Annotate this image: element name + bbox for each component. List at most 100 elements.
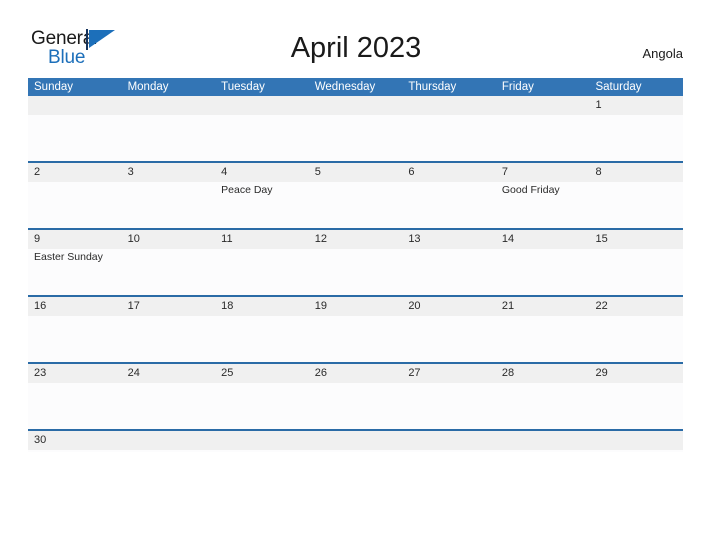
calendar-week-row: 30 <box>28 431 683 452</box>
day-cell[interactable] <box>309 96 403 161</box>
day-cell[interactable]: 27 <box>402 364 496 429</box>
day-event <box>502 450 590 451</box>
day-number: 23 <box>34 367 47 379</box>
day-number <box>221 96 309 115</box>
day-event <box>128 383 216 384</box>
day-number <box>408 431 496 450</box>
day-event <box>128 249 216 250</box>
day-cell[interactable]: 14 <box>496 230 590 295</box>
weekday-header-friday: Friday <box>501 81 534 93</box>
day-event <box>502 249 590 250</box>
day-cell[interactable]: 3 <box>122 163 216 228</box>
day-number: 30 <box>34 434 47 446</box>
day-cell[interactable]: 28 <box>496 364 590 429</box>
day-event <box>34 383 122 384</box>
day-event: Easter Sunday <box>34 251 103 263</box>
day-event <box>408 249 496 250</box>
day-event <box>408 316 496 317</box>
day-number <box>315 96 403 115</box>
day-cell[interactable]: 26 <box>309 364 403 429</box>
day-cell[interactable] <box>496 96 590 161</box>
day-cell[interactable]: 8 <box>589 163 683 228</box>
day-number: 4 <box>221 166 228 178</box>
day-cell[interactable]: 17 <box>122 297 216 362</box>
day-event <box>34 316 122 317</box>
day-cell[interactable] <box>28 96 122 161</box>
day-cell[interactable]: 20 <box>402 297 496 362</box>
day-cell[interactable]: 1 <box>589 96 683 161</box>
day-number: 7 <box>501 166 509 178</box>
day-number: 11 <box>221 233 233 245</box>
day-cell[interactable] <box>215 96 309 161</box>
day-number <box>315 431 403 450</box>
day-cell[interactable]: 7 Good Friday <box>496 163 590 228</box>
day-number: 9 <box>34 233 41 245</box>
day-cell[interactable]: 19 <box>309 297 403 362</box>
day-cell[interactable]: 29 <box>589 364 683 429</box>
day-number: 19 <box>314 300 327 312</box>
day-cell[interactable] <box>402 431 496 452</box>
day-event: Peace Day <box>221 184 273 196</box>
day-event <box>221 249 309 250</box>
day-number <box>502 431 590 450</box>
day-cell[interactable]: 18 <box>215 297 309 362</box>
day-cell[interactable]: 10 <box>122 230 216 295</box>
weekday-header-thursday: Thursday <box>408 81 457 93</box>
day-event <box>595 115 683 116</box>
day-number: 22 <box>595 300 608 312</box>
day-cell[interactable]: 9 Easter Sunday <box>28 230 122 295</box>
day-number: 13 <box>408 233 421 245</box>
day-cell[interactable]: 4 Peace Day <box>215 163 309 228</box>
day-cell[interactable]: 21 <box>496 297 590 362</box>
day-number: 15 <box>595 233 608 245</box>
weekday-header-wednesday: Wednesday <box>314 81 376 93</box>
day-number <box>128 96 216 115</box>
day-number: 10 <box>127 233 140 245</box>
day-cell[interactable] <box>402 96 496 161</box>
day-cell[interactable]: 12 <box>309 230 403 295</box>
day-event <box>315 383 403 384</box>
day-number: 1 <box>595 99 602 111</box>
day-event <box>34 115 122 116</box>
day-cell[interactable] <box>122 96 216 161</box>
day-event <box>128 182 216 183</box>
day-cell[interactable]: 5 <box>309 163 403 228</box>
day-event <box>34 182 122 183</box>
day-event <box>128 316 216 317</box>
calendar-grid: Sunday Monday Tuesday Wednesday Thursday… <box>28 78 683 452</box>
day-cell[interactable]: 15 <box>589 230 683 295</box>
day-cell[interactable]: 30 <box>28 431 122 452</box>
day-event <box>595 383 683 384</box>
day-cell[interactable]: 25 <box>215 364 309 429</box>
calendar-week-row: 9 Easter Sunday 10 11 12 13 14 15 <box>28 230 683 297</box>
day-cell[interactable]: 13 <box>402 230 496 295</box>
day-cell[interactable] <box>309 431 403 452</box>
day-cell[interactable]: 24 <box>122 364 216 429</box>
day-number: 21 <box>501 300 515 312</box>
calendar-week-row: 23 24 25 26 27 28 29 <box>28 364 683 431</box>
day-cell[interactable]: 2 <box>28 163 122 228</box>
day-number <box>34 96 122 115</box>
day-number: 3 <box>127 166 134 178</box>
day-cell[interactable]: 22 <box>589 297 683 362</box>
day-cell[interactable]: 16 <box>28 297 122 362</box>
calendar-week-row: 1 <box>28 96 683 163</box>
day-cell[interactable] <box>122 431 216 452</box>
day-cell[interactable]: 6 <box>402 163 496 228</box>
day-cell[interactable] <box>589 431 683 452</box>
weekday-header-row: Sunday Monday Tuesday Wednesday Thursday… <box>28 78 683 96</box>
day-number: 26 <box>314 367 327 379</box>
page-header: General Blue April 2023 Angola <box>0 0 712 76</box>
day-cell[interactable]: 11 <box>215 230 309 295</box>
day-event <box>315 115 403 116</box>
day-number: 28 <box>501 367 515 379</box>
day-cell[interactable] <box>215 431 309 452</box>
page-title: April 2023 <box>290 32 422 64</box>
day-event <box>315 182 403 183</box>
day-cell[interactable]: 23 <box>28 364 122 429</box>
day-cell[interactable] <box>496 431 590 452</box>
day-event <box>595 182 683 183</box>
day-number <box>595 431 683 450</box>
weekday-header-sunday: Sunday <box>34 81 74 93</box>
day-event <box>34 450 122 451</box>
